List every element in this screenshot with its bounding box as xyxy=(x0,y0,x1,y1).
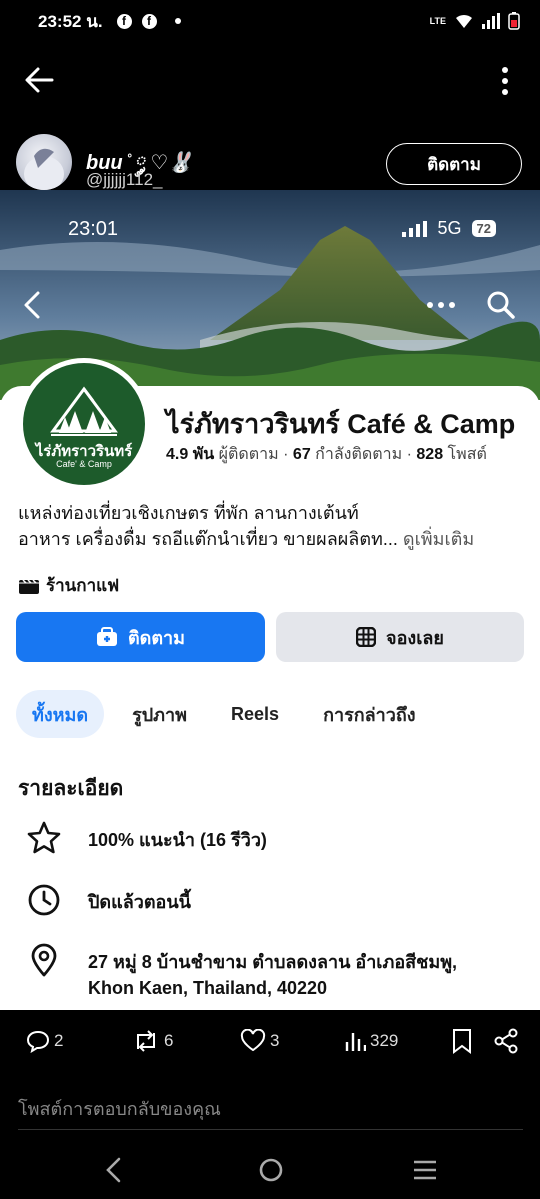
repost-action[interactable]: 6 xyxy=(132,1029,173,1053)
wifi-icon xyxy=(456,14,472,28)
nav-back-icon[interactable] xyxy=(104,1156,124,1184)
hours-text: ปิดแล้วตอนนี้ xyxy=(88,892,191,912)
page-follow-label: ติดตาม xyxy=(127,627,186,648)
reply-icon xyxy=(26,1030,50,1053)
follow-page-icon xyxy=(96,627,117,646)
followers-label: ผู้ติดตาม xyxy=(218,446,279,463)
like-action[interactable]: 3 xyxy=(240,1029,279,1053)
detail-rating: 100% แนะนำ (16 รีวิว) xyxy=(26,820,508,856)
bio-line: แหล่งท่องเที่ยวเชิงเกษตร ที่พัก ลานกางเต… xyxy=(18,503,359,523)
tab-reels: Reels xyxy=(231,703,280,724)
clock-icon xyxy=(28,884,60,916)
nav-recents-icon[interactable] xyxy=(412,1156,438,1184)
app-bar xyxy=(0,52,540,108)
page-tabs: ทั้งหมด รูปภาพ Reels การกล่าวถึง xyxy=(16,690,432,738)
views-count: 329 xyxy=(370,1031,399,1050)
category-label: ร้านกาแฟ xyxy=(46,576,120,595)
page-stats: 4.9 พัน ผู้ติดตาม · 67 กำลังติดตาม · 828… xyxy=(166,446,487,463)
reply-action[interactable]: 2 xyxy=(26,1029,63,1053)
status-icons: LTE xyxy=(430,12,520,30)
page-name: ไร่ภัทราวรินทร์ Café & Camp xyxy=(166,409,516,439)
status-bar: 23:52 น. f f LTE xyxy=(0,0,540,42)
author-avatar[interactable] xyxy=(16,134,72,190)
following-label: กำลังติดตาม xyxy=(315,446,403,463)
detail-hours: ปิดแล้วตอนนี้ xyxy=(26,882,508,918)
book-now-label: จองเลย xyxy=(386,627,444,648)
engagement-bar: 2 6 3 329 xyxy=(0,1020,540,1062)
embedded-back-icon xyxy=(24,291,40,319)
posts-count: 828 xyxy=(416,446,444,463)
tab-all: ทั้งหมด xyxy=(16,690,105,738)
system-nav-bar xyxy=(0,1140,540,1199)
tab-mentions: การกล่าวถึง xyxy=(323,704,416,725)
signal-icon xyxy=(401,220,427,237)
followers-count: 4.9 พัน xyxy=(166,446,215,463)
location-pin-icon xyxy=(31,943,57,977)
embedded-more-icon xyxy=(427,302,455,308)
facebook-notification-icon: f xyxy=(116,13,132,29)
post-author: buu ̊ ༘ ♡🐰 @jjjjjj112_ ติดตาม xyxy=(0,130,540,194)
logo-subtext: Cafe' & Camp xyxy=(56,459,112,469)
repost-count: 6 xyxy=(164,1031,174,1050)
video-category-icon xyxy=(19,578,39,594)
embedded-search-icon xyxy=(487,291,515,319)
page-follow-button: ติดตาม xyxy=(16,612,265,662)
notification-dot-icon xyxy=(174,18,181,24)
see-more-link: ดูเพิ่มเติม xyxy=(402,529,475,549)
posts-label: โพสต์ xyxy=(447,446,487,463)
facebook-notification-icon: f xyxy=(141,13,157,29)
views-action[interactable]: 329 xyxy=(344,1030,398,1052)
author-handle[interactable]: @jjjjjj112_ xyxy=(86,170,162,190)
like-count: 3 xyxy=(270,1031,280,1050)
network-type: 5G xyxy=(437,218,462,238)
post-image[interactable]: 23:01 5G 72 ไร่ภัทราวรินทร์ Cafe' & Camp… xyxy=(0,190,540,1010)
heart-icon xyxy=(240,1029,266,1052)
tab-photos: รูปภาพ xyxy=(132,704,188,725)
views-bar-icon xyxy=(345,1033,366,1051)
star-icon xyxy=(27,821,61,854)
battery-icon xyxy=(508,12,520,30)
battery-level: 72 xyxy=(471,220,496,237)
signal-icon xyxy=(482,13,500,29)
bio-line: อาหาร เครื่องดื่ม รถอีแต๊กนำเที่ยว ขายผล… xyxy=(18,529,398,549)
book-now-button: จองเลย xyxy=(276,612,524,662)
page-category: ร้านกาแฟ xyxy=(18,572,119,599)
repost-icon xyxy=(137,1030,155,1052)
page-logo: ไร่ภัทราวรินทร์ Cafe' & Camp xyxy=(18,358,150,490)
page-bio: แหล่งท่องเที่ยวเชิงเกษตร ที่พัก ลานกางเต… xyxy=(18,500,528,552)
share-icon[interactable] xyxy=(494,1028,518,1054)
detail-address: 27 หมู่ 8 บ้านชำขาม ตำบลดงลาน อำเภอสีชมพ… xyxy=(26,942,508,1001)
address-text: 27 หมู่ 8 บ้านชำขาม ตำบลดงลาน อำเภอสีชมพ… xyxy=(88,952,458,998)
following-count: 67 xyxy=(292,446,311,463)
volte-icon: LTE xyxy=(429,15,446,26)
back-arrow-icon[interactable] xyxy=(22,64,56,96)
details-heading: รายละเอียด xyxy=(18,777,124,800)
follow-author-button[interactable]: ติดตาม xyxy=(386,143,522,185)
nav-home-icon[interactable] xyxy=(258,1156,284,1184)
reply-count: 2 xyxy=(54,1031,64,1050)
embedded-status-time: 23:01 xyxy=(68,218,119,240)
more-options-icon[interactable] xyxy=(500,66,510,96)
calendar-grid-icon xyxy=(356,627,377,647)
reply-input[interactable]: โพสต์การตอบกลับของคุณ xyxy=(18,1088,523,1130)
rating-text: 100% แนะนำ (16 รีวิว) xyxy=(88,830,267,850)
embedded-status-icons: 5G 72 xyxy=(401,218,496,239)
status-time: 23:52 น. xyxy=(38,11,103,31)
bookmark-icon[interactable] xyxy=(452,1028,472,1054)
